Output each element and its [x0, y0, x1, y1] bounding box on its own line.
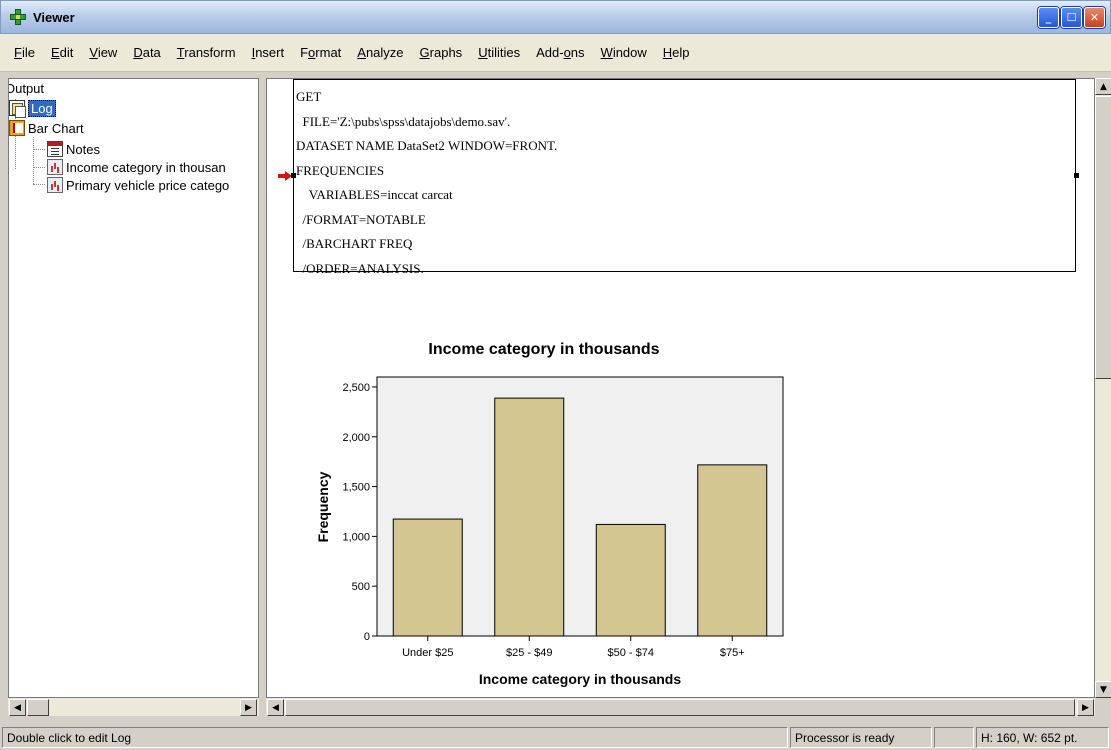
menu-insert[interactable]: Insert: [252, 45, 285, 60]
arrow-down-icon: ▼: [1100, 684, 1107, 695]
status-dimensions: H: 160, W: 652 pt.: [976, 727, 1109, 748]
y-axis-label: Frequency: [315, 471, 331, 542]
menu-analyze[interactable]: Analyze: [357, 45, 403, 60]
log-line: /BARCHART FREQ: [296, 236, 413, 251]
status-empty-cell: [934, 727, 974, 748]
close-button[interactable]: ✕: [1084, 7, 1105, 28]
bar: [697, 464, 768, 637]
chart-title: Income category in thousands: [428, 341, 659, 358]
log-text-box[interactable]: GET FILE='Z:\pubs\spss\datajobs\demo.sav…: [293, 79, 1076, 276]
log-line: FREQUENCIES: [296, 162, 385, 178]
book-icon: [9, 120, 25, 136]
status-bar: Double click to edit Log Processor is re…: [0, 724, 1111, 750]
x-tick-label: $75+: [720, 647, 745, 659]
content-scroll-right-button[interactable]: ▶: [1077, 699, 1094, 716]
tree-node-output[interactable]: Output: [8, 79, 45, 97]
log-line: /FORMAT=NOTABLE: [296, 211, 426, 227]
bar: [494, 397, 565, 637]
menu-add-ons[interactable]: Add-ons: [536, 45, 584, 60]
menu-view[interactable]: View: [89, 45, 117, 60]
tree-node-log[interactable]: Log: [9, 99, 56, 118]
pane-splitter[interactable]: [259, 78, 266, 718]
minimize-button[interactable]: _: [1038, 7, 1059, 28]
maximize-icon: ☐: [1066, 11, 1077, 24]
y-tick-label: 500: [352, 581, 370, 593]
menu-window[interactable]: Window: [601, 45, 647, 60]
tree-label-notes: Notes: [66, 141, 100, 157]
current-item-arrow-icon: [278, 171, 292, 181]
content-scroll-up-button[interactable]: ▲: [1095, 78, 1111, 95]
menu-edit[interactable]: Edit: [51, 45, 73, 60]
resize-handle-right[interactable]: [1074, 173, 1079, 178]
content-scroll-left-button[interactable]: ◀: [267, 699, 284, 716]
notes-icon: [47, 141, 63, 157]
arrow-left-icon: ◀: [14, 702, 21, 713]
outline-scroll-thumb[interactable]: [27, 699, 49, 716]
x-tick-label: Under $25: [402, 647, 453, 659]
content-pane[interactable]: GET FILE='Z:\pubs\spss\datajobs\demo.sav…: [266, 78, 1095, 698]
content-scroll-down-button[interactable]: ▼: [1095, 681, 1111, 698]
menu-transform[interactable]: Transform: [177, 45, 236, 60]
tree-node-vehicle-chart[interactable]: Primary vehicle price catego: [47, 176, 229, 194]
y-tick-label: 2,500: [342, 382, 370, 394]
y-tick-label: 1,500: [342, 482, 370, 494]
title-bar[interactable]: Viewer _ ☐ ✕: [0, 0, 1111, 34]
arrow-left-icon: ◀: [272, 702, 279, 713]
menu-bar: File Edit View Data Transform Insert Format Ana…: [0, 34, 1111, 72]
log-line: DATASET NAME DataSet2 WINDOW=FRONT.: [296, 138, 558, 153]
log-line: GET: [296, 89, 322, 104]
bar: [392, 518, 463, 637]
y-tick-label: 1,000: [342, 531, 370, 543]
menu-utilities[interactable]: Utilities: [478, 45, 520, 60]
content-hscroll-thumb[interactable]: [285, 699, 1075, 716]
arrow-up-icon: ▲: [1100, 81, 1107, 92]
chart-icon: [47, 159, 63, 175]
menu-file[interactable]: File: [14, 45, 35, 60]
arrow-right-icon: ▶: [1082, 702, 1089, 713]
outline-pane[interactable]: Output Log Bar Chart Notes Income catego…: [8, 78, 259, 698]
outline-scroll-right-button[interactable]: ▶: [240, 699, 257, 716]
y-tick-label: 0: [364, 631, 370, 643]
menu-data[interactable]: Data: [133, 45, 160, 60]
log-line: /ORDER=ANALYSIS.: [296, 260, 424, 276]
y-tick-label: 2,000: [342, 432, 370, 444]
tree-label-log: Log: [28, 99, 56, 117]
tree-node-income-chart[interactable]: Income category in thousan: [47, 158, 226, 176]
menu-graphs[interactable]: Graphs: [420, 45, 463, 60]
log-line: FILE='Z:\pubs\spss\datajobs\demo.sav'.: [296, 113, 511, 129]
log-line: VARIABLES=inccat carcat: [296, 187, 453, 202]
log-icon: [9, 100, 26, 118]
maximize-button[interactable]: ☐: [1061, 7, 1082, 28]
x-axis-label: Income category in thousands: [479, 671, 681, 687]
tree-node-bar-chart[interactable]: Bar Chart: [9, 119, 84, 137]
minimize-icon: _: [1045, 11, 1052, 24]
close-icon: ✕: [1089, 11, 1100, 24]
x-tick-label: $50 - $74: [608, 647, 654, 659]
tree-label-output: Output: [8, 80, 45, 96]
chart-icon: [47, 177, 63, 193]
status-message: Double click to edit Log: [2, 727, 788, 748]
tree-label-vehicle-chart: Primary vehicle price catego: [66, 177, 230, 193]
x-tick-label: $25 - $49: [506, 647, 552, 659]
bar-chart-svg: Income category in thousands 0 500 1,000 1,5…: [315, 341, 784, 687]
tree-label-bar-chart: Bar Chart: [28, 120, 84, 136]
menu-format[interactable]: Format: [300, 45, 341, 60]
outline-scroll-left-button[interactable]: ◀: [9, 699, 26, 716]
window-title: Viewer: [33, 9, 75, 25]
arrow-right-icon: ▶: [245, 702, 252, 713]
menu-help[interactable]: Help: [663, 45, 690, 60]
content-vscroll-thumb[interactable]: [1095, 96, 1111, 379]
resize-handle-left[interactable]: [291, 173, 296, 178]
bar: [595, 523, 666, 637]
tree-label-income-chart: Income category in thousan: [66, 159, 226, 175]
tree-node-notes[interactable]: Notes: [47, 140, 100, 158]
status-processor: Processor is ready: [790, 727, 932, 748]
bar-chart[interactable]: Income category in thousands 0 500 1,000 1,5…: [297, 329, 817, 697]
viewer-app-icon: [9, 8, 27, 26]
